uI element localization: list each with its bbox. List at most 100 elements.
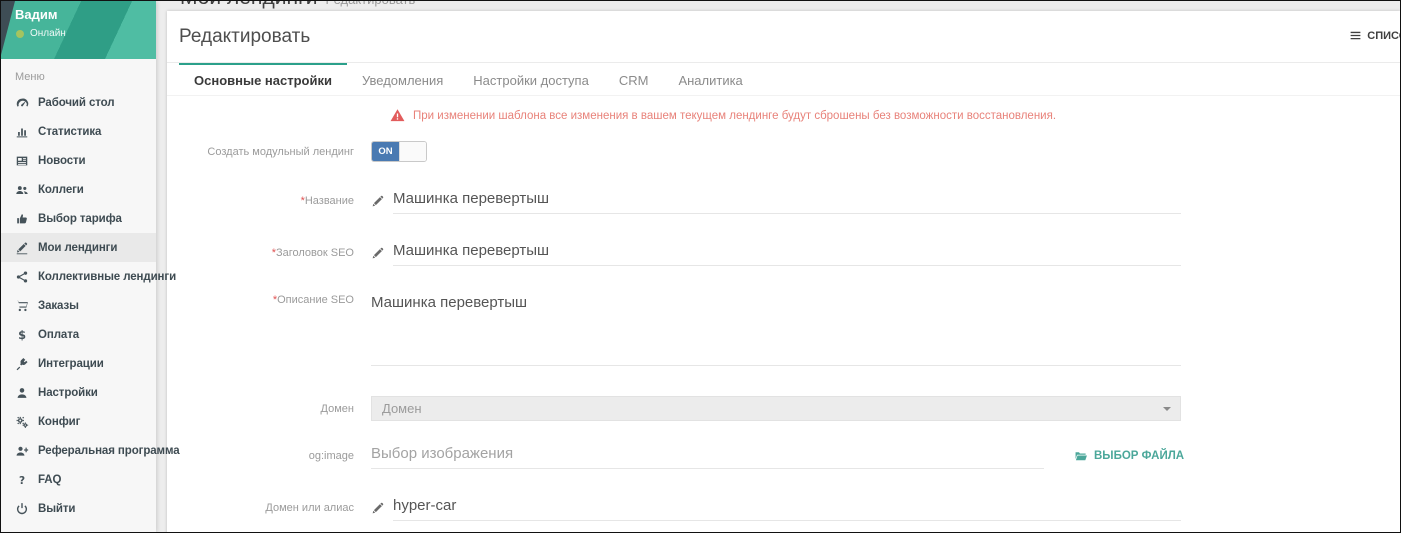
seo-description-textarea[interactable]: Машинка перевертыш	[371, 294, 1181, 366]
card-header: Редактировать СПИСОК	[167, 11, 1400, 63]
menu-section-label: Меню	[1, 59, 156, 88]
seo-description-row: *Описание SEO Машинка перевертыш	[167, 294, 1400, 366]
sidebar-item-label: Мои лендинги	[38, 242, 117, 254]
alias-label: Домен или алиас	[167, 502, 371, 514]
sidebar-item-label: Статистика	[38, 126, 101, 138]
sidebar-item-label: Рабочий стол	[38, 97, 115, 109]
sidebar-item-label: Коллеги	[38, 184, 84, 196]
sidebar-item-integrations[interactable]: Интеграции	[1, 349, 156, 378]
tab-access[interactable]: Настройки доступа	[458, 63, 604, 95]
list-icon	[1349, 29, 1362, 42]
user-name: Вадим	[15, 7, 57, 22]
seo-title-row: *Заголовок SEO	[167, 240, 1400, 266]
sidebar-item-label: FAQ	[38, 474, 61, 486]
toggle-knob	[399, 142, 426, 161]
seo-title-label: *Заголовок SEO	[167, 247, 371, 259]
alias-input[interactable]	[393, 495, 1181, 521]
folder-icon	[1074, 450, 1088, 463]
og-image-label: og:image	[167, 450, 371, 462]
sidebar-item-label: Выбор тарифа	[38, 213, 122, 225]
sidebar-item-faq[interactable]: FAQ	[1, 465, 156, 494]
main-area: Мои лендинги Редактировать Редактировать …	[156, 1, 1400, 532]
cart-icon	[15, 299, 29, 313]
og-image-input[interactable]	[371, 443, 1044, 469]
warning-text: При изменении шаблона все изменения в ва…	[413, 110, 1056, 122]
user-status: Онлайн	[16, 28, 66, 39]
tab-notifications[interactable]: Уведомления	[347, 63, 458, 95]
list-button-label: СПИСОК	[1367, 30, 1400, 42]
sidebar-item-config[interactable]: Конфиг	[1, 407, 156, 436]
sidebar-item-dashboard[interactable]: Рабочий стол	[1, 88, 156, 117]
template-warning: При изменении шаблона все изменения в ва…	[390, 108, 1370, 123]
news-icon	[15, 154, 29, 168]
alias-row: Домен или алиас	[167, 495, 1400, 521]
sidebar-item-label: Интеграции	[38, 358, 104, 370]
chevron-down-icon	[1163, 407, 1171, 411]
pencil-icon	[371, 502, 384, 515]
modular-landing-toggle[interactable]: ON	[371, 141, 427, 162]
edit-card: Редактировать СПИСОК Основные настройкиУ…	[167, 11, 1400, 533]
sidebar-item-referral[interactable]: Реферальная программа	[1, 436, 156, 465]
card-title: Редактировать	[179, 26, 310, 48]
sidebar-user-panel: Вадим Онлайн	[1, 1, 156, 59]
page-title-text: Мои лендинги	[180, 0, 317, 9]
tab-bar: Основные настройкиУведомленияНастройки д…	[167, 63, 1400, 96]
sidebar-item-label: Заказы	[38, 300, 79, 312]
tab-crm[interactable]: CRM	[604, 63, 664, 95]
page-title: Мои лендинги Редактировать	[180, 0, 415, 10]
domain-label: Домен	[167, 403, 371, 415]
list-button[interactable]: СПИСОК	[1349, 29, 1400, 42]
seo-title-input[interactable]	[393, 240, 1181, 266]
seo-description-label: *Описание SEO	[167, 294, 371, 306]
page-subtitle: Редактировать	[325, 0, 415, 7]
user-icon	[15, 386, 29, 400]
gears-icon	[15, 415, 29, 429]
users-icon	[15, 183, 29, 197]
sidebar-item-collective[interactable]: Коллективные лендинги	[1, 262, 156, 291]
sidebar-item-label: Новости	[38, 155, 86, 167]
user-plus-icon	[15, 444, 29, 458]
sidebar-item-label: Коллективные лендинги	[38, 271, 176, 283]
modular-landing-label: Создать модульный лендинг	[167, 146, 371, 158]
sidebar-item-tariff[interactable]: Выбор тарифа	[1, 204, 156, 233]
sidebar-item-label: Конфиг	[38, 416, 80, 428]
domain-row: Домен Домен	[167, 396, 1400, 421]
domain-select-value: Домен	[382, 401, 422, 416]
choose-file-button[interactable]: ВЫБОР ФАЙЛА	[1074, 450, 1184, 463]
name-label: *Название	[167, 195, 371, 207]
user-status-label: Онлайн	[30, 28, 66, 39]
edit-icon	[15, 241, 29, 255]
bar-chart-icon	[15, 125, 29, 139]
sidebar-item-label: Настройки	[38, 387, 98, 399]
sidebar-item-label: Реферальная программа	[38, 445, 180, 457]
sidebar-item-landings[interactable]: Мои лендинги	[1, 233, 156, 262]
sidebar-item-payment[interactable]: Оплата	[1, 320, 156, 349]
sidebar-item-news[interactable]: Новости	[1, 146, 156, 175]
sidebar-item-label: Оплата	[38, 329, 79, 341]
warning-icon	[390, 108, 405, 123]
dashboard-icon	[15, 96, 29, 110]
sidebar-item-label: Выйти	[38, 503, 75, 515]
sidebar-item-stats[interactable]: Статистика	[1, 117, 156, 146]
tab-main[interactable]: Основные настройки	[179, 63, 347, 95]
sidebar-item-settings[interactable]: Настройки	[1, 378, 156, 407]
power-icon	[15, 502, 29, 516]
modular-landing-row: Создать модульный лендинг ON	[167, 141, 1400, 162]
choose-file-label: ВЫБОР ФАЙЛА	[1094, 450, 1184, 462]
name-row: *Название	[167, 188, 1400, 214]
og-image-row: og:image ВЫБОР ФАЙЛА	[167, 443, 1400, 469]
pencil-icon	[371, 195, 384, 208]
share-icon	[15, 270, 29, 284]
sidebar-item-logout[interactable]: Выйти	[1, 494, 156, 523]
app-window: Вадим Онлайн Меню Рабочий стол Статистика…	[0, 0, 1401, 533]
sidebar-item-orders[interactable]: Заказы	[1, 291, 156, 320]
tab-analytics[interactable]: Аналитика	[663, 63, 757, 95]
pencil-icon	[371, 247, 384, 260]
sidebar: Вадим Онлайн Меню Рабочий стол Статистика…	[1, 1, 156, 532]
sidebar-item-colleagues[interactable]: Коллеги	[1, 175, 156, 204]
question-icon	[15, 473, 29, 487]
name-input[interactable]	[393, 188, 1181, 214]
domain-select[interactable]: Домен	[371, 396, 1181, 421]
toggle-on-label: ON	[372, 142, 399, 161]
thumbs-up-icon	[15, 212, 29, 226]
